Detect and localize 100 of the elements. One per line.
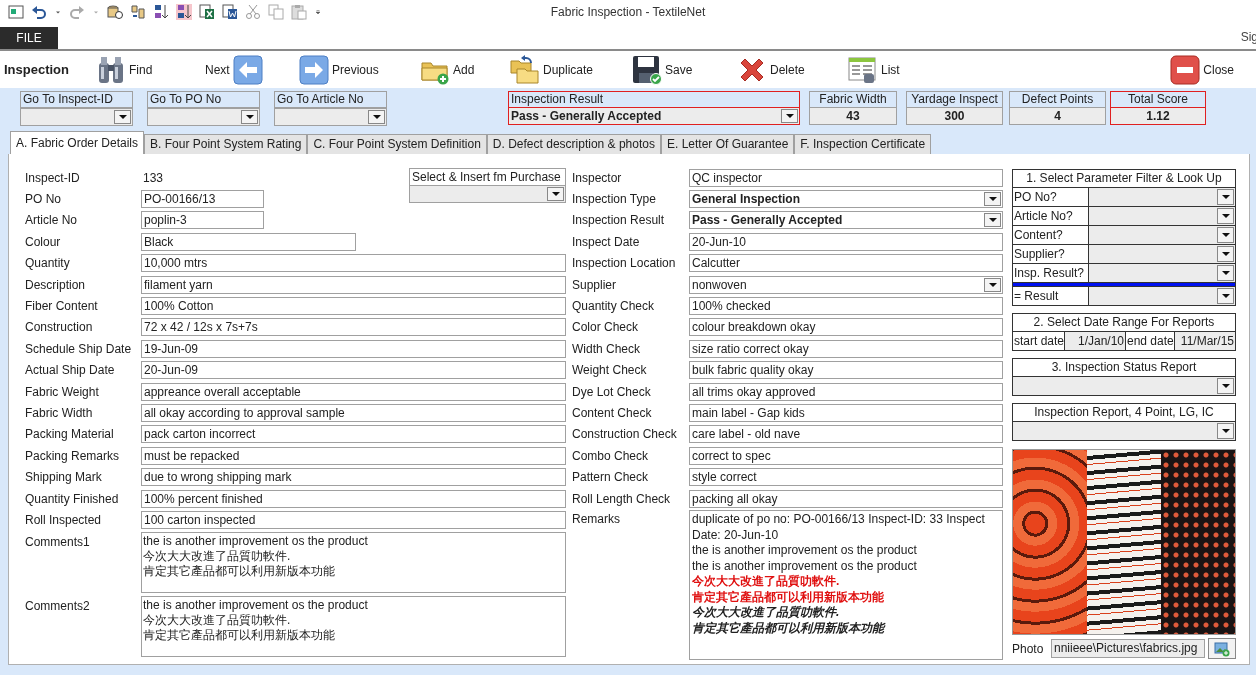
- text-field[interactable]: appreance overall acceptable: [141, 382, 566, 401]
- dropdown-button[interactable]: [1217, 265, 1234, 281]
- dropdown-button[interactable]: [1217, 423, 1234, 439]
- text-field[interactable]: packing all okay: [689, 489, 1003, 508]
- tab[interactable]: B. Four Point System Rating: [144, 134, 308, 154]
- tab[interactable]: A. Fabric Order Details: [10, 131, 145, 154]
- text-field[interactable]: filament yarn: [141, 275, 566, 294]
- dropdown-button[interactable]: [984, 213, 1001, 228]
- text-field[interactable]: 20-Jun-09: [141, 361, 566, 380]
- document-icon[interactable]: [222, 4, 238, 20]
- text-field[interactable]: pack carton incorrect: [141, 425, 566, 444]
- text-field[interactable]: 19-Jun-09: [141, 339, 566, 358]
- sort-descending-icon[interactable]: [176, 4, 192, 20]
- dropdown-button[interactable]: [1217, 227, 1234, 243]
- text-field[interactable]: 100% Cotton: [141, 297, 566, 316]
- file-tab[interactable]: FILE: [0, 27, 58, 49]
- text-field[interactable]: Calcutter: [689, 254, 1003, 273]
- dropdown-button[interactable]: [984, 192, 1001, 207]
- field-label: Inspection Type: [572, 192, 657, 207]
- text-field[interactable]: QC inspector: [689, 168, 1003, 187]
- app-icon[interactable]: [8, 4, 24, 20]
- sort-ascending-icon[interactable]: [153, 4, 169, 20]
- dropdown-field[interactable]: [1013, 377, 1235, 395]
- text-field[interactable]: care label - old nave: [689, 425, 1003, 444]
- text-field[interactable]: correct to spec: [689, 446, 1003, 465]
- text-field[interactable]: all trims okay approved: [689, 382, 1003, 401]
- dropdown-field[interactable]: [1089, 226, 1235, 244]
- text-field[interactable]: all okay according to approval sample: [141, 404, 566, 422]
- dropdown-field[interactable]: [1089, 245, 1235, 263]
- text-field[interactable]: nniieee\Pictures\fabrics.jpg: [1051, 639, 1205, 658]
- dropdown-button[interactable]: [368, 110, 385, 124]
- text-field[interactable]: main label - Gap kids: [689, 404, 1003, 422]
- tab[interactable]: F. Inspection Certificate: [794, 134, 932, 154]
- tab[interactable]: D. Defect description & photos: [486, 134, 661, 154]
- field-label: Combo Check: [572, 448, 650, 463]
- dropdown-field[interactable]: General Inspection: [689, 190, 1003, 209]
- text-field[interactable]: 100% percent finished: [141, 489, 566, 508]
- text-area[interactable]: the is another improvement os the product 今次大大改進了品質叻軟件. 肯定其它產品都可以利用新版本功能: [141, 531, 566, 593]
- field-label: Actual Ship Date: [25, 363, 116, 378]
- field-label: Packing Remarks: [25, 448, 121, 463]
- form-title: Inspection: [4, 62, 70, 77]
- clipboard-icon[interactable]: [291, 4, 307, 20]
- dropdown-field[interactable]: [20, 108, 133, 126]
- dropdown-field[interactable]: Pass - Generally Accepted: [689, 211, 1003, 230]
- text-field[interactable]: style correct: [689, 468, 1003, 487]
- dropdown-field[interactable]: [1089, 188, 1235, 206]
- dropdown-button[interactable]: [1217, 208, 1234, 224]
- dropdown-button[interactable]: [1217, 189, 1234, 205]
- tab[interactable]: E. Letter Of Guarantee: [660, 134, 795, 154]
- find-button[interactable]: Find: [96, 54, 153, 85]
- tab[interactable]: C. Four Point System Definition: [307, 134, 487, 154]
- dropdown-button[interactable]: [1217, 288, 1234, 304]
- dropdown-field[interactable]: [1089, 207, 1235, 225]
- text-field[interactable]: 100 carton inspected: [141, 510, 566, 529]
- dropdown-field[interactable]: [274, 108, 387, 126]
- dropdown-button[interactable]: [114, 110, 131, 124]
- add-button[interactable]: Add: [420, 54, 475, 85]
- date-field[interactable]: 1/Jan/10: [1065, 332, 1126, 350]
- text-field[interactable]: PO-00166/13: [141, 190, 264, 209]
- add-image-button[interactable]: [1208, 638, 1236, 659]
- text-field[interactable]: 20-Jun-10: [689, 232, 1003, 251]
- close-button[interactable]: Close: [1170, 54, 1234, 85]
- text-field[interactable]: Black: [141, 232, 356, 251]
- text-area[interactable]: the is another improvement os the product 今次大大改進了品質叻軟件. 肯定其它產品都可以利用新版本功能: [141, 595, 566, 657]
- text-field[interactable]: 10,000 mtrs: [141, 254, 566, 273]
- text-field[interactable]: must be repacked: [141, 446, 566, 465]
- date-field[interactable]: 11/Mar/15: [1175, 332, 1235, 350]
- spreadsheet-icon[interactable]: [199, 4, 215, 20]
- dropdown-field[interactable]: [1089, 264, 1235, 282]
- binoculars-icon: [96, 54, 126, 85]
- dropdown-button[interactable]: [1217, 378, 1234, 394]
- dropdown-button[interactable]: [984, 277, 1001, 292]
- dropdown-button[interactable]: [547, 187, 564, 201]
- dropdown-button[interactable]: [241, 110, 258, 124]
- field-label: Fabric Width: [25, 406, 94, 420]
- field-label: Pattern Check: [572, 470, 650, 485]
- duplicate-button[interactable]: Duplicate: [510, 54, 594, 85]
- text-field[interactable]: 72 x 42 / 12s x 7s+7s: [141, 318, 566, 337]
- text-field[interactable]: due to wrong shipping mark: [141, 468, 566, 487]
- dropdown-field[interactable]: nonwoven: [689, 275, 1003, 294]
- database-icon[interactable]: [107, 4, 123, 20]
- dropdown-button[interactable]: [781, 109, 798, 123]
- text-field[interactable]: 100% checked: [689, 297, 1003, 316]
- text-area[interactable]: duplicate of po no: PO-00166/13 Inspect-ID: 33 Inspect Date: 20-Jun-10 the is another improvement os the product the is another improvement os the product 今次大大改進了品質叻軟件. 肯定其它產品都可以利用新版本功能 今次大大改進了品質叻軟件. 肯定其它產品都可以利用新版本功能: [689, 510, 1003, 661]
- dropdown-field[interactable]: Pass - Generally Accepted: [509, 107, 799, 124]
- text-field[interactable]: colour breakdown okay: [689, 318, 1003, 337]
- text-field[interactable]: bulk fabric quality okay: [689, 361, 1003, 380]
- undo-icon[interactable]: [31, 4, 47, 20]
- next-button[interactable]: Next: [205, 54, 263, 85]
- text-field[interactable]: poplin-3: [141, 211, 264, 230]
- save-button[interactable]: Save: [632, 54, 693, 85]
- previous-button[interactable]: Previous: [299, 54, 379, 85]
- dropdown-field[interactable]: [1089, 287, 1235, 305]
- dropdown-field[interactable]: [1013, 422, 1235, 440]
- text-field[interactable]: size ratio correct okay: [689, 339, 1003, 358]
- list-button[interactable]: List: [848, 54, 900, 85]
- dropdown-button[interactable]: [1217, 246, 1234, 262]
- dropdown-field[interactable]: [147, 108, 260, 126]
- dropdown-field[interactable]: [409, 185, 566, 203]
- delete-button[interactable]: Delete: [737, 54, 805, 85]
